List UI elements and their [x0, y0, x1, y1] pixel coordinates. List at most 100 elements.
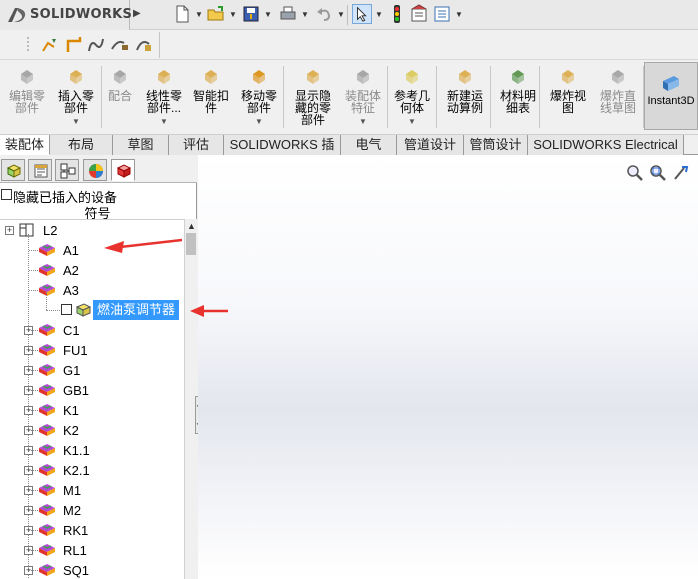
save-icon[interactable] [241, 4, 261, 24]
tree-guide-line [29, 570, 38, 571]
route-wire-icon[interactable] [40, 35, 60, 55]
connector-route-icon[interactable] [110, 35, 130, 55]
chevron-down-icon[interactable]: ▼ [52, 116, 100, 128]
tree-guide-line [29, 550, 38, 551]
app-brand: SOLIDWORKS [30, 7, 133, 22]
open-folder-icon[interactable] [206, 4, 226, 24]
edit-component-button[interactable]: 编辑零 部件 [3, 62, 51, 132]
edit-component-label-line: 部件 [14, 101, 39, 115]
print-dropdown-icon[interactable]: ▼ [301, 10, 309, 19]
explode-line-sketch-button[interactable]: 爆炸直 线草图 [594, 62, 642, 132]
scroll-up-arrow-icon[interactable]: ▲ [187, 221, 196, 231]
tab-property-manager[interactable] [28, 159, 52, 181]
tab-display-manager[interactable] [83, 159, 107, 181]
hide-inserted-checkbox[interactable] [1, 189, 12, 200]
save-dropdown-icon[interactable]: ▼ [264, 10, 272, 19]
toolbar-grip-icon[interactable] [26, 35, 32, 55]
instant3d-label: Instant3D [647, 95, 695, 107]
annotation-arrow-icon [104, 238, 182, 253]
menu-expand-arrow-icon[interactable]: ▶ [133, 8, 141, 19]
route-spline-icon[interactable] [86, 35, 106, 55]
explode-line-sketch-label-line: 线草图 [599, 101, 636, 115]
tree-item-label[interactable]: RK1 [63, 523, 88, 538]
bom-button[interactable]: 材料明 细表 [498, 62, 538, 132]
route-segment-icon[interactable] [64, 35, 84, 55]
previous-view-icon[interactable] [672, 164, 690, 182]
insert-components-button[interactable]: 插入零 部件 ▼ [52, 62, 100, 132]
options-icon[interactable] [432, 4, 452, 24]
chevron-down-icon[interactable]: ▼ [389, 116, 435, 128]
chevron-down-icon[interactable]: ▼ [140, 116, 188, 128]
visibility-checkbox[interactable] [61, 304, 72, 315]
mate-button[interactable]: 配合 [103, 62, 137, 132]
exploded-view-button[interactable]: 爆炸视图 [545, 62, 591, 132]
route-properties-icon[interactable] [134, 35, 154, 55]
expand-toggle-icon[interactable]: + [5, 226, 14, 235]
tree-item-label[interactable]: K1 [63, 403, 79, 418]
tab-1[interactable]: 布局 [50, 135, 113, 155]
tab-8[interactable]: SOLIDWORKS Electrical 3D [528, 135, 684, 171]
tab-feature-manager[interactable] [1, 159, 25, 181]
tab-configuration-manager[interactable] [55, 159, 79, 181]
move-component-button[interactable]: 移动零 部件 ▼ [236, 62, 282, 132]
tree-item-label[interactable]: FU1 [63, 343, 88, 358]
zoom-to-area-icon[interactable] [649, 164, 667, 182]
tab-3[interactable]: 评估 [169, 135, 224, 155]
tab-7[interactable]: 管筒设计 [464, 135, 528, 155]
tree-item-label[interactable]: K2 [63, 423, 79, 438]
scroll-thumb[interactable] [186, 233, 196, 255]
chevron-down-icon[interactable]: ▼ [236, 116, 282, 128]
tree-item-label[interactable]: RL1 [63, 543, 87, 558]
component-icon [39, 484, 55, 496]
reference-geometry-button[interactable]: 参考几 何体 ▼ [389, 62, 435, 132]
electrical-component-icon [116, 164, 132, 178]
symbol-column-header[interactable]: 符号 [0, 203, 185, 221]
undo-dropdown-icon[interactable]: ▼ [337, 10, 345, 19]
print-icon[interactable] [278, 4, 298, 24]
new-document-icon[interactable] [172, 4, 192, 24]
tree-item-label[interactable]: M1 [63, 483, 81, 498]
file-properties-icon[interactable] [409, 4, 429, 24]
tab-electrical-manager[interactable] [111, 159, 135, 181]
hide-inserted-devices-row[interactable]: 隐藏已插入的设备 [0, 187, 197, 205]
tab-4[interactable]: SOLIDWORKS 插件 [224, 135, 341, 171]
tree-item-label[interactable]: GB1 [63, 383, 89, 398]
tab-0[interactable]: 装配体 [0, 135, 50, 155]
tree-item-label[interactable]: A1 [63, 243, 79, 258]
tree-item-label[interactable]: K2.1 [63, 463, 90, 478]
command-separator [539, 66, 540, 128]
rebuild-icon[interactable] [387, 4, 407, 24]
new-dropdown-icon[interactable]: ▼ [195, 10, 203, 19]
tab-2[interactable]: 草图 [113, 135, 169, 155]
tab-6[interactable]: 管道设计 [397, 135, 464, 155]
select-dropdown-icon[interactable]: ▼ [375, 10, 383, 19]
assembly-features-button[interactable]: 装配体 特征 ▼ [340, 62, 386, 132]
instant3d-button[interactable]: Instant3D [644, 62, 698, 130]
graphics-area[interactable] [198, 155, 698, 579]
smart-fasteners-button[interactable]: 智能扣件 [190, 62, 232, 132]
show-hidden-button[interactable]: 显示隐 藏的零 部件 [289, 62, 337, 132]
smart-fasteners-label-line: 件 [204, 101, 217, 115]
tree-item-label[interactable]: 燃油泵调节器 [93, 300, 180, 320]
zoom-to-fit-icon[interactable] [626, 164, 644, 182]
tree-item-label[interactable]: M2 [63, 503, 81, 518]
component-icon [39, 464, 55, 476]
tree-item-label[interactable]: A2 [63, 263, 79, 278]
undo-icon[interactable] [314, 4, 334, 24]
select-arrow-icon[interactable] [352, 4, 372, 24]
linear-pattern-button[interactable]: 线性零 部件... ▼ [140, 62, 188, 132]
tree-item-label[interactable]: C1 [63, 323, 80, 338]
tree-item-label[interactable]: A3 [63, 283, 79, 298]
chevron-down-icon[interactable]: ▼ [340, 116, 386, 128]
component-icon [39, 564, 55, 576]
tree-root-label[interactable]: L2 [43, 223, 57, 238]
solidworks-logo[interactable]: SOLIDWORKS [0, 0, 133, 30]
new-motion-study-button[interactable]: 新建运 动算例 [441, 62, 489, 132]
component-icon [39, 264, 55, 276]
tree-item-label[interactable]: K1.1 [63, 443, 90, 458]
open-dropdown-icon[interactable]: ▼ [229, 10, 237, 19]
tree-item-label[interactable]: G1 [63, 363, 80, 378]
options-dropdown-icon[interactable]: ▼ [455, 10, 463, 19]
tree-item-label[interactable]: SQ1 [63, 563, 89, 578]
tab-5[interactable]: 电气 [341, 135, 397, 155]
